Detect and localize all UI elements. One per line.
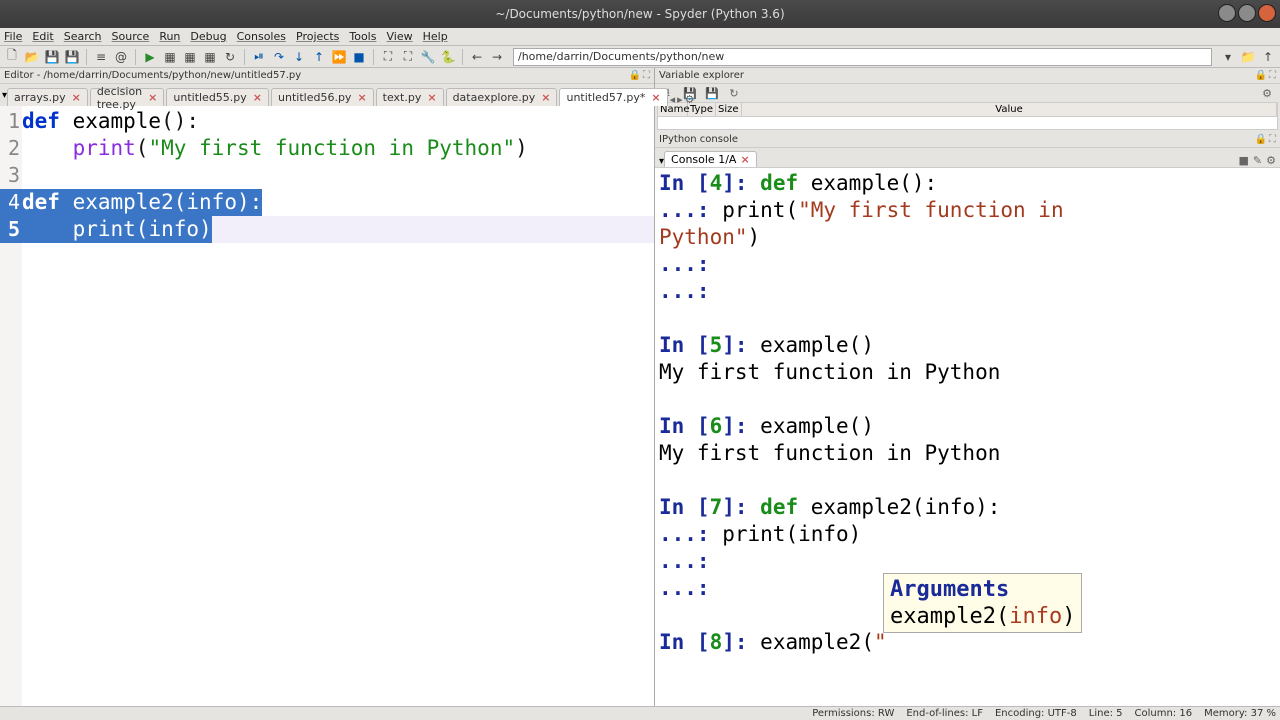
console-tab[interactable]: Console 1/A×	[664, 151, 757, 167]
refresh-icon[interactable]: ↻	[727, 86, 741, 100]
maximize-button[interactable]	[1238, 4, 1256, 22]
close-icon[interactable]: ×	[541, 91, 550, 104]
step-out-icon[interactable]: ↑	[311, 49, 327, 65]
fullscreen-icon[interactable]: ⛶	[400, 49, 416, 65]
toolbar-separator	[244, 49, 245, 65]
continue-icon[interactable]: ⏩	[331, 49, 347, 65]
code-editor[interactable]: 12345 def example(): print("My first fun…	[0, 106, 654, 706]
close-icon[interactable]: ×	[427, 91, 436, 104]
toolbar-separator	[86, 49, 87, 65]
parent-dir-icon[interactable]: ↑	[1260, 49, 1276, 65]
step-into-icon[interactable]: ↓	[291, 49, 307, 65]
menu-run[interactable]: Run	[159, 30, 180, 43]
console-stop-icon[interactable]: ■	[1239, 154, 1249, 167]
close-icon[interactable]: ×	[740, 153, 749, 166]
run-cell-advance-icon[interactable]: ▦	[182, 49, 198, 65]
save-as-icon[interactable]: 💾	[705, 86, 719, 100]
pane-maximize-icon[interactable]: ⛶	[1269, 70, 1276, 81]
pane-options-icon[interactable]: ⛶	[643, 70, 650, 81]
tab-untitled56[interactable]: untitled56.py×	[271, 88, 374, 106]
menu-debug[interactable]: Debug	[190, 30, 226, 43]
menu-search[interactable]: Search	[64, 30, 102, 43]
arguments-tooltip: Arguments example2(info)	[883, 573, 1082, 633]
tab-untitled55[interactable]: untitled55.py×	[166, 88, 269, 106]
outline-icon[interactable]: ≡	[93, 49, 109, 65]
status-eol: End-of-lines: LF	[906, 708, 983, 719]
tab-arrays[interactable]: arrays.py×	[7, 88, 88, 106]
menu-projects[interactable]: Projects	[296, 30, 339, 43]
tab-dataexplore[interactable]: dataexplore.py×	[446, 88, 558, 106]
menu-consoles[interactable]: Consoles	[237, 30, 286, 43]
tab-untitled57[interactable]: untitled57.py*×	[559, 88, 667, 106]
working-directory-input[interactable]: /home/darrin/Documents/python/new	[513, 48, 1212, 66]
menu-tools[interactable]: Tools	[349, 30, 376, 43]
new-file-icon[interactable]: 🗋	[4, 49, 20, 65]
toolbar-separator	[373, 49, 374, 65]
minimize-button[interactable]	[1218, 4, 1236, 22]
at-icon[interactable]: @	[113, 49, 129, 65]
status-permissions: Permissions: RW	[812, 708, 894, 719]
variable-options-icon[interactable]: ⚙	[1260, 86, 1274, 100]
menu-source[interactable]: Source	[112, 30, 150, 43]
pane-lock-icon[interactable]: 🔒	[629, 70, 641, 81]
debug-icon[interactable]: ⏯	[251, 49, 267, 65]
close-icon[interactable]: ×	[357, 91, 366, 104]
tab-options-icon[interactable]: ⚙	[685, 93, 695, 106]
toolbar-separator	[462, 49, 463, 65]
maximize-pane-icon[interactable]: ⛶	[380, 49, 396, 65]
tab-decision-tree[interactable]: decision tree.py×	[90, 88, 165, 106]
ipython-console-title: IPython console	[659, 134, 738, 145]
variable-explorer-title: Variable explorer	[659, 70, 744, 81]
save-all-icon[interactable]: 💾	[64, 49, 80, 65]
menu-file[interactable]: File	[4, 30, 22, 43]
pythonpath-icon[interactable]: 🐍	[440, 49, 456, 65]
tab-scroll-right-icon[interactable]: ▸	[677, 93, 683, 106]
main-toolbar: 🗋 📂 💾 💾 ≡ @ ▶ ▦ ▦ ▦ ↻ ⏯ ↷ ↓ ↑ ⏩ ■ ⛶ ⛶ 🔧 …	[0, 46, 1280, 68]
console-clear-icon[interactable]: ✎	[1253, 154, 1262, 167]
save-icon[interactable]: 💾	[44, 49, 60, 65]
toolbar-separator	[135, 49, 136, 65]
run-cell-icon[interactable]: ▦	[162, 49, 178, 65]
status-line: Line: 5	[1089, 708, 1123, 719]
run-selection-icon[interactable]: ▦	[202, 49, 218, 65]
menu-edit[interactable]: Edit	[32, 30, 53, 43]
close-icon[interactable]: ×	[651, 91, 660, 104]
forward-icon[interactable]: →	[489, 49, 505, 65]
menubar: File Edit Search Source Run Debug Consol…	[0, 28, 1280, 46]
preferences-icon[interactable]: 🔧	[420, 49, 436, 65]
pane-maximize-icon[interactable]: ⛶	[1269, 134, 1276, 145]
stop-icon[interactable]: ■	[351, 49, 367, 65]
window-title: ~/Documents/python/new - Spyder (Python …	[495, 7, 784, 21]
browse-icon[interactable]: 📁	[1240, 49, 1256, 65]
ipython-console[interactable]: In [4]: def example(): ...: print("My fi…	[655, 168, 1280, 706]
open-file-icon[interactable]: 📂	[24, 49, 40, 65]
tab-text[interactable]: text.py×	[376, 88, 444, 106]
editor-tabbar: ▾ arrays.py× decision tree.py× untitled5…	[0, 84, 654, 106]
editor-path-label: Editor - /home/darrin/Documents/python/n…	[4, 70, 301, 81]
tab-scroll-left-icon[interactable]: ◂	[670, 93, 676, 106]
pane-lock-icon[interactable]: 🔒	[1255, 70, 1267, 81]
close-button[interactable]	[1258, 4, 1276, 22]
line-number-gutter: 12345	[0, 106, 22, 706]
pane-lock-icon[interactable]: 🔒	[1255, 134, 1267, 145]
menu-help[interactable]: Help	[423, 30, 448, 43]
menu-view[interactable]: View	[386, 30, 412, 43]
step-over-icon[interactable]: ↷	[271, 49, 287, 65]
variable-explorer-toolbar: ⭳ 💾 💾 ↻ ⚙	[655, 84, 1280, 102]
dropdown-icon[interactable]: ▾	[1220, 49, 1236, 65]
console-options-icon[interactable]: ⚙	[1266, 154, 1276, 167]
status-column: Column: 16	[1135, 708, 1193, 719]
close-icon[interactable]: ×	[148, 91, 157, 104]
variable-table[interactable]: Name Type Size Value	[657, 102, 1278, 130]
statusbar: Permissions: RW End-of-lines: LF Encodin…	[0, 706, 1280, 720]
close-icon[interactable]: ×	[72, 91, 81, 104]
rerun-icon[interactable]: ↻	[222, 49, 238, 65]
status-memory: Memory: 37 %	[1204, 708, 1276, 719]
run-icon[interactable]: ▶	[142, 49, 158, 65]
status-encoding: Encoding: UTF-8	[995, 708, 1077, 719]
back-icon[interactable]: ←	[469, 49, 485, 65]
window-titlebar: ~/Documents/python/new - Spyder (Python …	[0, 0, 1280, 28]
close-icon[interactable]: ×	[253, 91, 262, 104]
